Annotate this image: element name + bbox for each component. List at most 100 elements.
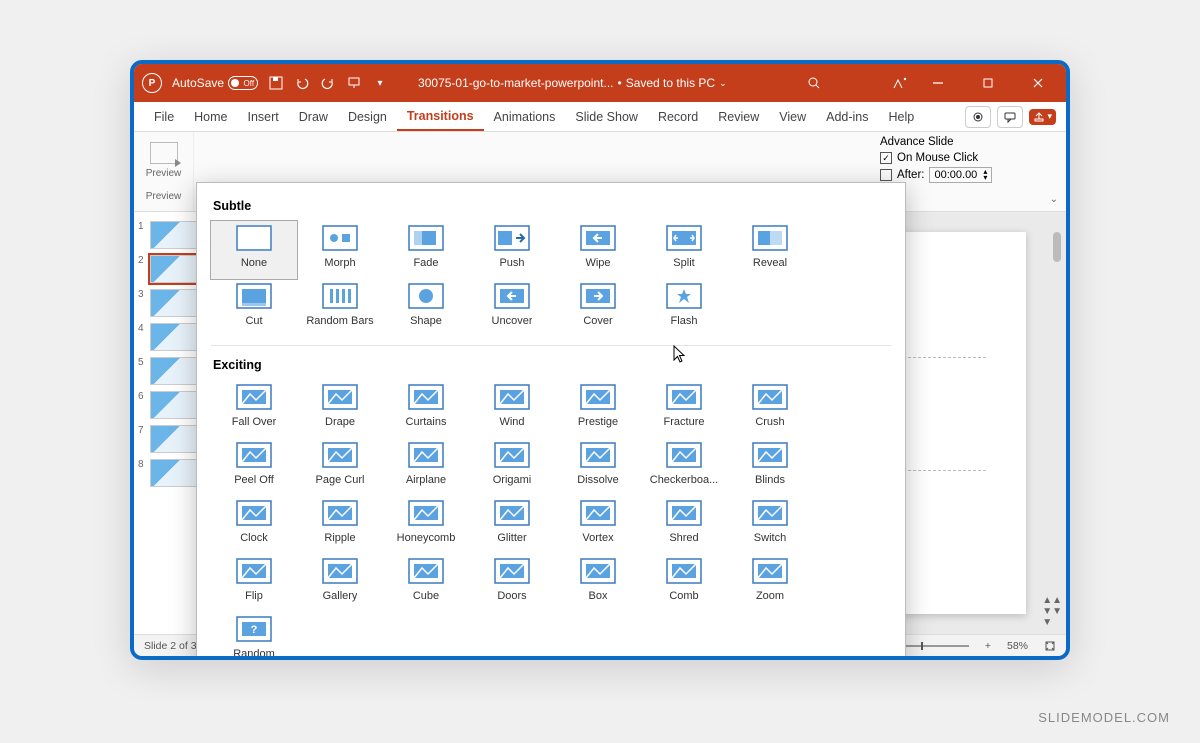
watermark: SLIDEMODEL.COM (1038, 710, 1170, 725)
transition-gallery[interactable]: Subtle NoneMorphFadePushWipeSplitRevealC… (196, 182, 906, 660)
transition-option[interactable]: Drape (297, 380, 383, 438)
transition-option[interactable]: Prestige (555, 380, 641, 438)
transition-option[interactable]: Comb (641, 554, 727, 612)
search-icon[interactable] (806, 75, 822, 91)
transition-option[interactable]: Reveal (727, 221, 813, 279)
transition-option[interactable]: Ripple (297, 496, 383, 554)
slide-thumbnail[interactable]: 3 (134, 286, 203, 320)
transition-icon (752, 500, 788, 526)
transition-option[interactable]: Cube (383, 554, 469, 612)
transition-option[interactable]: Fade (383, 221, 469, 279)
tab-draw[interactable]: Draw (289, 104, 338, 130)
transition-option[interactable]: Flip (211, 554, 297, 612)
transition-option[interactable]: Fall Over (211, 380, 297, 438)
transition-option[interactable]: Curtains (383, 380, 469, 438)
slide-counter[interactable]: Slide 2 of 31 (144, 640, 202, 652)
transition-option[interactable]: Flash (641, 279, 727, 337)
zoom-level[interactable]: 58% (1007, 640, 1028, 652)
transition-label: Wipe (585, 257, 610, 269)
fit-to-window-icon[interactable] (1044, 640, 1056, 652)
transition-option[interactable]: Dissolve (555, 438, 641, 496)
record-button[interactable] (965, 106, 991, 128)
transition-label: Zoom (756, 590, 784, 602)
transition-option[interactable]: Peel Off (211, 438, 297, 496)
chevron-down-icon[interactable]: ⌄ (719, 78, 727, 89)
autosave-label: AutoSave (172, 76, 224, 90)
slide-thumbnail[interactable]: 5 (134, 354, 203, 388)
slide-thumbnail[interactable]: 7 (134, 422, 203, 456)
transition-option[interactable]: Glitter (469, 496, 555, 554)
transition-option[interactable]: Gallery (297, 554, 383, 612)
spinner-icon[interactable]: ▴▾ (983, 169, 987, 180)
tab-view[interactable]: View (769, 104, 816, 130)
slide-thumbnail[interactable]: 1 (134, 218, 203, 252)
transition-option[interactable]: Zoom (727, 554, 813, 612)
after-time-input[interactable]: 00:00.00▴▾ (929, 167, 992, 183)
tab-help[interactable]: Help (879, 104, 925, 130)
slide-thumbnail[interactable]: 4 (134, 320, 203, 354)
slide-thumbnail[interactable]: 2 (134, 252, 203, 286)
transition-option[interactable]: Uncover (469, 279, 555, 337)
after-checkbox[interactable] (880, 169, 892, 181)
tab-slideshow[interactable]: Slide Show (565, 104, 648, 130)
transition-option[interactable]: Box (555, 554, 641, 612)
transition-option[interactable]: Cut (211, 279, 297, 337)
present-icon[interactable] (346, 75, 362, 91)
autosave-toggle[interactable]: AutoSave Off (172, 76, 258, 90)
tab-design[interactable]: Design (338, 104, 397, 130)
slide-thumbnail[interactable]: 8 (134, 456, 203, 490)
transition-option[interactable]: Wind (469, 380, 555, 438)
slide-thumbnail[interactable]: 6 (134, 388, 203, 422)
transition-option[interactable]: Wipe (555, 221, 641, 279)
close-button[interactable] (1018, 64, 1058, 102)
transition-option[interactable]: Switch (727, 496, 813, 554)
transition-option[interactable]: Random Bars (297, 279, 383, 337)
tab-transitions[interactable]: Transitions (397, 103, 484, 131)
qat-overflow-icon[interactable]: ▾ (372, 75, 388, 91)
transition-option[interactable]: Airplane (383, 438, 469, 496)
zoom-in-icon[interactable]: + (985, 640, 991, 652)
transition-option[interactable]: Blinds (727, 438, 813, 496)
minimize-button[interactable] (918, 64, 958, 102)
transition-option[interactable]: Shred (641, 496, 727, 554)
tab-animations[interactable]: Animations (484, 104, 566, 130)
transition-option[interactable]: Fracture (641, 380, 727, 438)
transition-option[interactable]: Honeycomb (383, 496, 469, 554)
transition-icon (236, 500, 272, 526)
transition-icon (752, 225, 788, 251)
slide-nav-arrows[interactable]: ▲▲▼▼▼ (1042, 595, 1062, 628)
transition-option[interactable]: Push (469, 221, 555, 279)
transition-option[interactable]: Clock (211, 496, 297, 554)
transition-option[interactable]: Shape (383, 279, 469, 337)
transition-option[interactable]: Checkerboa... (641, 438, 727, 496)
transition-option[interactable]: Crush (727, 380, 813, 438)
transition-option[interactable]: Cover (555, 279, 641, 337)
transition-option[interactable]: None (211, 221, 297, 279)
transition-option[interactable]: Split (641, 221, 727, 279)
tab-file[interactable]: File (144, 104, 184, 130)
collapse-ribbon-icon[interactable]: ⌄ (1050, 194, 1058, 205)
maximize-button[interactable] (968, 64, 1008, 102)
transition-option[interactable]: Morph (297, 221, 383, 279)
transition-option[interactable]: Origami (469, 438, 555, 496)
redo-icon[interactable] (320, 75, 336, 91)
autosave-switch[interactable]: Off (228, 76, 258, 90)
mode-icon[interactable] (892, 75, 908, 91)
save-icon[interactable] (268, 75, 284, 91)
undo-icon[interactable] (294, 75, 310, 91)
comments-button[interactable] (997, 106, 1023, 128)
tab-review[interactable]: Review (708, 104, 769, 130)
tab-record[interactable]: Record (648, 104, 708, 130)
vertical-scrollbar[interactable] (1050, 232, 1064, 594)
on-mouse-checkbox[interactable]: ✓ (880, 152, 892, 164)
transition-option[interactable]: Doors (469, 554, 555, 612)
transition-option[interactable]: Vortex (555, 496, 641, 554)
share-button[interactable]: ▾ (1029, 109, 1056, 125)
tab-addins[interactable]: Add-ins (816, 104, 878, 130)
transition-option[interactable]: ?Random (211, 612, 297, 660)
tab-insert[interactable]: Insert (238, 104, 289, 130)
preview-icon[interactable] (150, 142, 178, 164)
transition-option[interactable]: Page Curl (297, 438, 383, 496)
tab-home[interactable]: Home (184, 104, 237, 130)
slide-thumbnails[interactable]: 12345678 (134, 212, 204, 634)
